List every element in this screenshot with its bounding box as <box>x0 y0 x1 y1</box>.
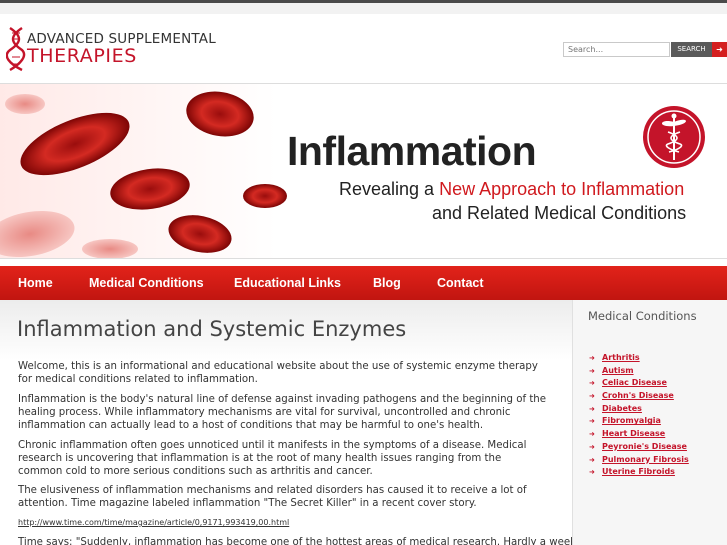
sidebar-item-arthritis[interactable]: ➜ Arthritis <box>589 352 689 365</box>
sidebar: Medical Conditions ➜ Arthritis ➜ Autism ➜ C… <box>572 300 727 545</box>
main-navigation: Home Medical Conditions Educational Link… <box>0 266 727 300</box>
arrow-right-icon: ➜ <box>589 404 595 413</box>
nav-blog[interactable]: Blog <box>373 266 401 300</box>
page-title: Inflammation and Systemic Enzymes <box>17 317 407 341</box>
sidebar-item-autism[interactable]: ➜ Autism <box>589 365 689 378</box>
caduceus-icon <box>643 106 705 168</box>
sidebar-title: Medical Conditions <box>588 309 697 323</box>
red-blood-cells-image <box>0 91 287 258</box>
top-strip <box>0 0 727 14</box>
sidebar-item-diabetes[interactable]: ➜ Diabetes <box>589 403 689 416</box>
arrow-right-icon[interactable]: ➜ <box>712 42 727 57</box>
time-article-link[interactable]: http://www.time.com/time/magazine/articl… <box>18 518 289 527</box>
body-paragraph: Time says: "Suddenly, inflammation has b… <box>18 537 577 545</box>
sidebar-item-label: Heart Disease <box>602 429 666 439</box>
banner-subtitle-prefix: Revealing a <box>339 179 440 199</box>
sidebar-item-uterine-fibroids[interactable]: ➜ Uterine Fibroids <box>589 466 689 479</box>
main-content: Inflammation and Systemic Enzymes Welcom… <box>0 300 577 545</box>
sidebar-item-crohns-disease[interactable]: ➜ Crohn's Disease <box>589 390 689 403</box>
conditions-list: ➜ Arthritis ➜ Autism ➜ Celiac Disease ➜ Croh… <box>589 352 689 479</box>
nav-educational-links[interactable]: Educational Links <box>234 266 341 300</box>
banner-subtitle-line2: and Related Medical Conditions <box>432 203 687 223</box>
sidebar-item-label: Diabetes <box>602 403 642 413</box>
nav-home[interactable]: Home <box>18 266 53 300</box>
banner-subtitle: Revealing a New Approach to Inflammation <box>339 179 684 200</box>
hero-banner: Inflammation Revealing a New Approach to… <box>0 83 727 259</box>
sidebar-item-label: Crohn's Disease <box>602 391 674 401</box>
arrow-right-icon: ➜ <box>589 417 595 426</box>
body-paragraph: Inflammation is the body's natural line … <box>18 394 547 431</box>
nav-medical-conditions[interactable]: Medical Conditions <box>89 266 204 300</box>
sidebar-item-celiac-disease[interactable]: ➜ Celiac Disease <box>589 377 689 390</box>
site-logo[interactable]: ADVANCED SUPPLEMENTAL THERAPIES <box>6 26 236 72</box>
sidebar-item-label: Peyronie's Disease <box>602 441 687 451</box>
logo-text-bottom: THERAPIES <box>27 45 137 67</box>
sidebar-item-pulmonary-fibrosis[interactable]: ➜ Pulmonary Fibrosis <box>589 454 689 467</box>
nav-contact[interactable]: Contact <box>437 266 484 300</box>
arrow-right-icon: ➜ <box>589 392 595 401</box>
sidebar-item-label: Fibromyalgia <box>602 416 661 426</box>
sidebar-item-label: Pulmonary Fibrosis <box>602 454 689 464</box>
arrow-right-icon: ➜ <box>589 468 595 477</box>
intro-paragraph: Welcome, this is an informational and ed… <box>18 361 538 385</box>
sidebar-item-label: Arthritis <box>602 353 640 362</box>
body-paragraph: The elusiveness of inflammation mechanis… <box>18 485 527 509</box>
sidebar-item-label: Autism <box>602 365 634 375</box>
sidebar-item-peyronies-disease[interactable]: ➜ Peyronie's Disease <box>589 441 689 454</box>
arrow-right-icon: ➜ <box>589 379 595 388</box>
arrow-right-icon: ➜ <box>589 430 595 439</box>
arrow-right-icon: ➜ <box>589 354 595 362</box>
banner-subtitle-highlight: New Approach to Inflammation <box>439 179 685 199</box>
banner-title: Inflammation <box>287 128 537 174</box>
sidebar-item-label: Celiac Disease <box>602 378 667 388</box>
arrow-right-icon: ➜ <box>589 442 595 451</box>
arrow-right-icon: ➜ <box>589 455 595 464</box>
sidebar-item-heart-disease[interactable]: ➜ Heart Disease <box>589 428 689 441</box>
arrow-right-icon: ➜ <box>589 366 595 375</box>
sidebar-item-fibromyalgia[interactable]: ➜ Fibromyalgia <box>589 415 689 428</box>
search-input[interactable] <box>563 42 670 57</box>
search-button[interactable]: SEARCH <box>671 42 712 57</box>
dna-helix-icon <box>6 27 26 72</box>
sidebar-item-label: Uterine Fibroids <box>602 467 675 477</box>
body-paragraph: Chronic inflammation often goes unnotice… <box>18 440 527 477</box>
